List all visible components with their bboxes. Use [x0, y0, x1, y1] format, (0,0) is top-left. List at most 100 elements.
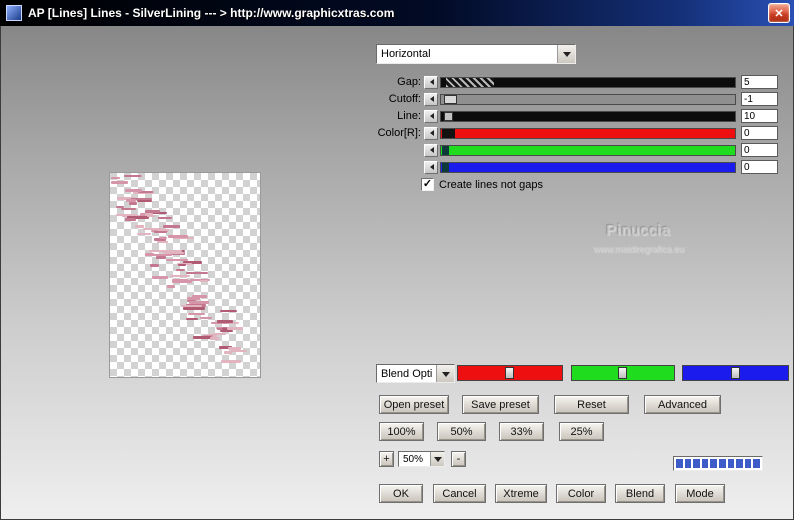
reset-button[interactable]: Reset — [554, 395, 629, 414]
preview-line-mark — [221, 360, 241, 363]
color-r-left-arrow-button[interactable] — [424, 126, 438, 140]
line-label: Line: — [397, 110, 421, 122]
preview-line-mark — [111, 181, 128, 184]
titlebar: AP [Lines] Lines - SilverLining --- > ht… — [0, 0, 794, 26]
chevron-down-icon[interactable] — [430, 452, 444, 466]
preview-line-mark — [150, 264, 159, 267]
color-g-slider-track[interactable] — [440, 144, 736, 156]
create-lines-checkbox[interactable]: ✓ Create lines not gaps — [421, 178, 543, 191]
gap-slider-track[interactable] — [440, 76, 736, 88]
blue-channel-thumb[interactable] — [730, 367, 740, 379]
progress-segment — [701, 459, 709, 468]
color-r-value-field[interactable]: 0 — [741, 126, 778, 140]
preview-line-mark — [183, 307, 205, 310]
preview-line-mark — [158, 217, 172, 219]
chevron-down-icon[interactable] — [436, 365, 454, 382]
zoom-25-button[interactable]: 25% — [559, 422, 604, 441]
green-channel-slider[interactable] — [571, 365, 675, 381]
line-slider-row: Line: 10 — [369, 109, 779, 123]
preview-line-mark — [193, 336, 211, 339]
color-b-value-field[interactable]: 0 — [741, 160, 778, 174]
mode-button[interactable]: Mode — [675, 484, 725, 503]
line-slider-thumb[interactable] — [444, 111, 453, 121]
preview-line-mark — [121, 208, 136, 210]
preview-line-mark — [145, 213, 153, 216]
green-channel-thumb[interactable] — [618, 367, 627, 379]
progress-bar — [673, 456, 763, 471]
save-preset-button[interactable]: Save preset — [462, 395, 539, 414]
color-b-slider-thumb[interactable] — [442, 162, 449, 172]
preview-line-mark — [129, 202, 137, 205]
preview-line-mark — [135, 225, 144, 228]
advanced-button[interactable]: Advanced — [644, 395, 721, 414]
preview-line-mark — [186, 272, 208, 274]
checkbox-box[interactable]: ✓ — [421, 178, 434, 191]
preview-line-mark — [116, 206, 124, 208]
line-left-arrow-button[interactable] — [424, 109, 438, 123]
gap-left-arrow-button[interactable] — [424, 75, 438, 89]
xtreme-button[interactable]: Xtreme — [495, 484, 547, 503]
color-r-slider-thumb[interactable] — [442, 128, 455, 138]
red-channel-slider[interactable] — [457, 365, 563, 381]
progress-segment — [736, 459, 743, 468]
cancel-button[interactable]: Cancel — [433, 484, 486, 503]
color-g-slider-thumb[interactable] — [442, 145, 449, 155]
color-button[interactable]: Color — [556, 484, 606, 503]
line-value-field[interactable]: 10 — [741, 109, 778, 123]
progress-segment — [676, 459, 683, 468]
preview-line-mark — [210, 337, 219, 340]
preview-line-mark — [152, 276, 168, 279]
gap-value-field[interactable]: 5 — [741, 75, 778, 89]
preview-line-mark — [156, 256, 166, 259]
zoom-33-button[interactable]: 33% — [499, 422, 544, 441]
cutoff-slider-track[interactable] — [440, 93, 736, 105]
cutoff-slider-row: Cutoff: -1 — [369, 92, 779, 106]
gap-slider-thumb[interactable] — [446, 77, 494, 87]
red-channel-thumb[interactable] — [505, 367, 514, 379]
color-b-slider-track[interactable] — [440, 161, 736, 173]
zoom-50-button[interactable]: 50% — [437, 422, 486, 441]
zoom-100-button[interactable]: 100% — [379, 422, 424, 441]
blue-channel-slider[interactable] — [682, 365, 789, 381]
checkbox-label: Create lines not gaps — [439, 178, 543, 191]
ok-button[interactable]: OK — [379, 484, 423, 503]
direction-dropdown[interactable]: Horizontal — [376, 44, 576, 64]
preview-line-mark — [224, 351, 232, 354]
progress-segment — [744, 459, 752, 468]
gap-slider-row: Gap: 5 — [369, 75, 779, 89]
close-icon: ✕ — [774, 7, 784, 20]
preview-line-mark — [181, 305, 202, 307]
preview-line-mark — [214, 333, 226, 335]
left-arrow-icon — [427, 130, 434, 136]
blend-options-dropdown[interactable]: Blend Opti — [376, 364, 455, 383]
close-button[interactable]: ✕ — [768, 3, 790, 23]
color-b-left-arrow-button[interactable] — [424, 160, 438, 174]
left-arrow-icon — [427, 147, 434, 153]
cutoff-left-arrow-button[interactable] — [424, 92, 438, 106]
zoom-in-button[interactable]: + — [379, 451, 394, 467]
color-r-slider-track[interactable] — [440, 127, 736, 139]
cutoff-slider-thumb[interactable] — [444, 94, 457, 104]
preview-line-mark — [159, 237, 167, 239]
preview-line-mark — [167, 285, 175, 288]
cutoff-value-field[interactable]: -1 — [741, 92, 778, 106]
chevron-down-icon[interactable] — [557, 45, 575, 63]
blend-button[interactable]: Blend — [615, 484, 665, 503]
zoom-level-dropdown[interactable]: 50% — [398, 451, 445, 467]
zoom-out-button[interactable]: - — [451, 451, 466, 467]
progress-segment — [727, 459, 735, 468]
app-icon — [6, 5, 22, 21]
color-g-value-field[interactable]: 0 — [741, 143, 778, 157]
watermark: Pinuccia www.maidiregrafica.eu — [546, 222, 731, 254]
preview-line-mark — [149, 250, 166, 252]
progress-segment — [753, 459, 760, 468]
color-g-left-arrow-button[interactable] — [424, 143, 438, 157]
preview-line-mark — [137, 200, 152, 202]
preview-line-mark — [154, 231, 167, 233]
open-preset-button[interactable]: Open preset — [379, 395, 449, 414]
preview-line-mark — [137, 233, 151, 235]
preview-line-mark — [178, 264, 186, 266]
line-slider-track[interactable] — [440, 110, 736, 122]
plugin-window: AP [Lines] Lines - SilverLining --- > ht… — [0, 0, 794, 520]
preview-line-mark — [228, 347, 241, 350]
